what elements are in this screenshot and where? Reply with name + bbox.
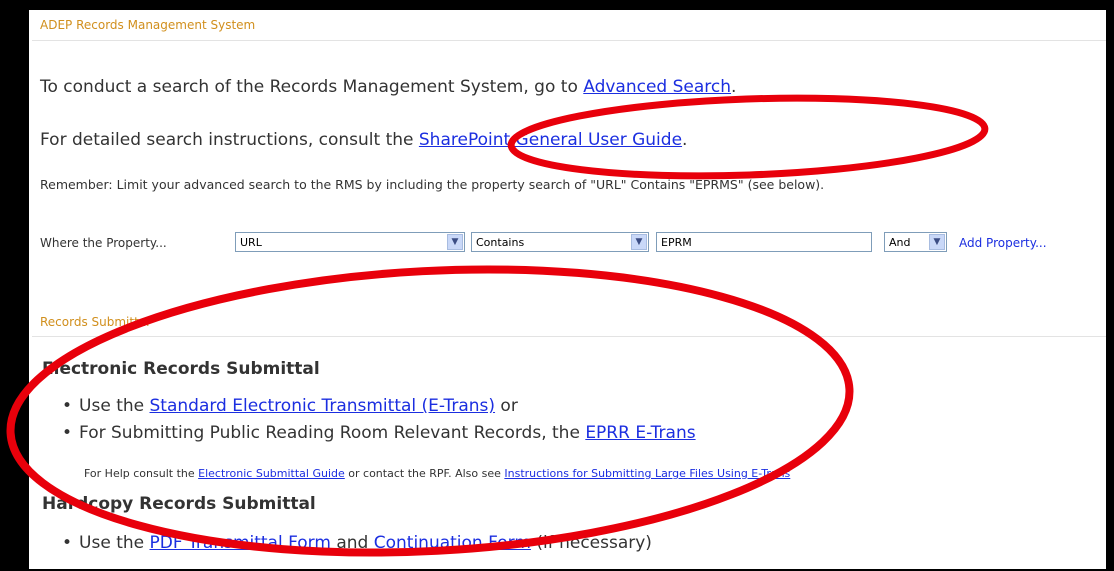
annotation-ellipse bbox=[507, 94, 989, 180]
annotation-ellipse bbox=[6, 265, 854, 557]
annotation-overlay bbox=[6, 94, 989, 557]
